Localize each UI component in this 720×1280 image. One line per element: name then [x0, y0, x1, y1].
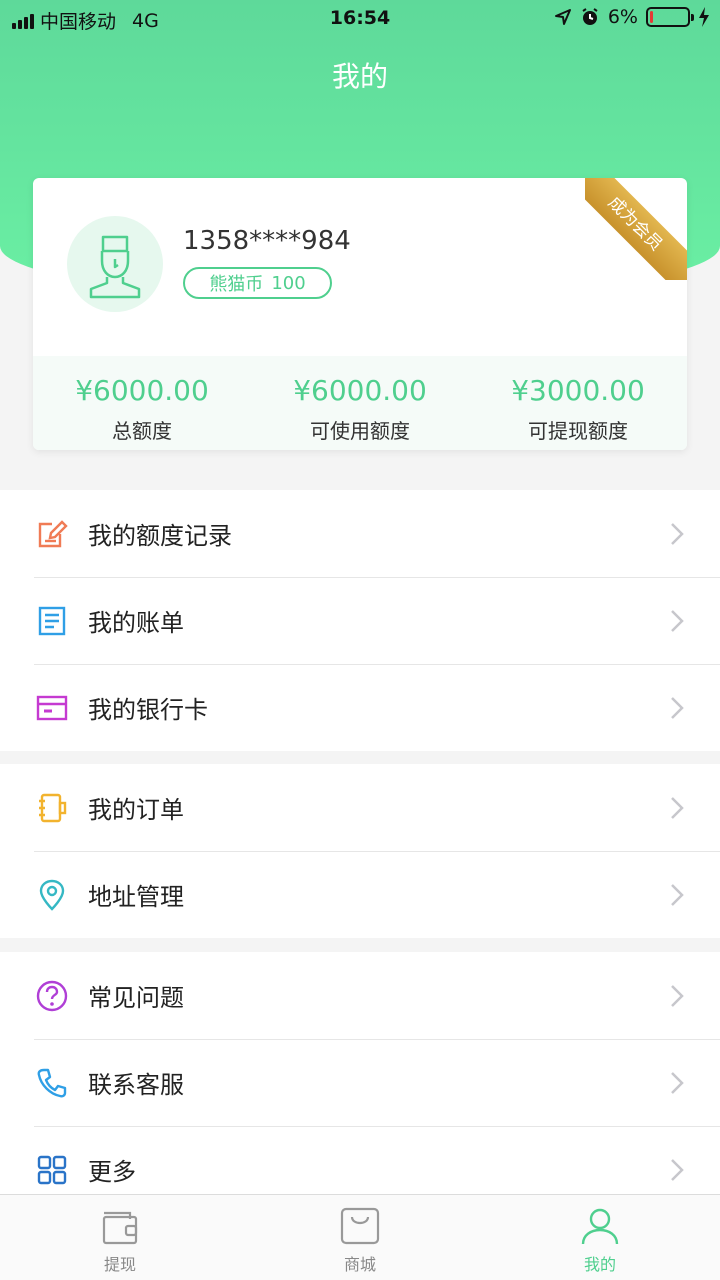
order-icon	[36, 792, 68, 824]
user-avatar-icon	[89, 235, 141, 299]
chevron-right-icon	[671, 796, 684, 819]
menu-label: 我的银行卡	[88, 696, 208, 724]
chevron-right-icon	[671, 696, 684, 719]
page-title: 我的	[331, 60, 388, 93]
vip-ribbon-label: 成为会员	[585, 178, 687, 280]
alarm-icon	[582, 8, 598, 25]
menu-item-address[interactable]: 地址管理	[0, 851, 720, 938]
question-icon	[36, 980, 68, 1012]
chevron-right-icon	[671, 1158, 684, 1181]
stat-value: ¥3000.00	[511, 374, 645, 407]
menu-label: 我的额度记录	[88, 522, 232, 550]
coin-value: 100	[271, 272, 306, 294]
user-phone: 1358****984	[183, 226, 351, 256]
chevron-right-icon	[671, 883, 684, 906]
menu-item-credit-records[interactable]: 我的额度记录	[0, 490, 720, 577]
menu-item-contact-service[interactable]: 联系客服	[0, 1039, 720, 1126]
phone-icon	[36, 1067, 68, 1099]
profile-card: 1358****984 熊猫币 100 成为会员 ¥6000.00 总额度 ¥6…	[33, 178, 687, 450]
stat-available[interactable]: ¥6000.00 可使用额度	[251, 356, 469, 450]
menu-label: 地址管理	[88, 883, 184, 911]
tab-bar: 提现 商城 我的	[0, 1194, 720, 1280]
chevron-right-icon	[671, 1071, 684, 1094]
avatar[interactable]	[67, 216, 163, 312]
status-bar: 中国移动 4G 16:54 6%	[0, 0, 720, 40]
location-icon	[36, 879, 68, 911]
stat-value: ¥6000.00	[75, 374, 209, 407]
stat-label: 总额度	[112, 419, 172, 443]
menu-group-support: 常见问题 联系客服 更多	[0, 952, 720, 1213]
menu-group-orders: 我的订单 地址管理	[0, 764, 720, 938]
menu-label: 更多	[88, 1158, 136, 1186]
chevron-right-icon	[671, 984, 684, 1007]
stat-label: 可提现额度	[528, 419, 628, 443]
menu-item-orders[interactable]: 我的订单	[0, 764, 720, 851]
stat-label: 可使用额度	[310, 419, 410, 443]
tab-label: 商城	[343, 1255, 376, 1274]
bank-card-icon	[36, 692, 68, 724]
charging-icon	[699, 7, 709, 27]
shopping-bag-icon	[340, 1207, 380, 1245]
menu-group-finance: 我的额度记录 我的账单 我的银行卡	[0, 490, 720, 751]
stat-withdrawable[interactable]: ¥3000.00 可提现额度	[469, 356, 687, 450]
menu-label: 我的账单	[88, 609, 184, 637]
chevron-right-icon	[671, 522, 684, 545]
battery-icon	[646, 7, 694, 27]
bill-icon	[36, 605, 68, 637]
menu-label: 联系客服	[88, 1071, 184, 1099]
chevron-right-icon	[671, 609, 684, 632]
stat-value: ¥6000.00	[293, 374, 427, 407]
vip-ribbon[interactable]: 成为会员	[585, 178, 687, 280]
wallet-icon	[102, 1211, 138, 1245]
location-arrow-icon	[554, 9, 571, 25]
grid-icon	[36, 1154, 68, 1186]
stat-total[interactable]: ¥6000.00 总额度	[33, 356, 251, 450]
user-icon	[581, 1208, 619, 1245]
tab-mine[interactable]: 我的	[480, 1195, 720, 1280]
menu-label: 我的订单	[88, 796, 184, 824]
menu-label: 常见问题	[88, 984, 184, 1012]
battery-percent: 6%	[607, 6, 638, 28]
tab-withdraw[interactable]: 提现	[0, 1195, 240, 1280]
tab-label: 我的	[583, 1255, 616, 1274]
edit-icon	[36, 518, 68, 550]
menu-item-bank-cards[interactable]: 我的银行卡	[0, 664, 720, 751]
tab-label: 提现	[103, 1255, 136, 1274]
coin-label: 熊猫币	[209, 274, 264, 295]
coin-badge[interactable]: 熊猫币 100	[183, 267, 332, 299]
menu-item-bills[interactable]: 我的账单	[0, 577, 720, 664]
menu-item-faq[interactable]: 常见问题	[0, 952, 720, 1039]
tab-mall[interactable]: 商城	[240, 1195, 480, 1280]
credit-stats: ¥6000.00 总额度 ¥6000.00 可使用额度 ¥3000.00 可提现…	[33, 356, 687, 450]
